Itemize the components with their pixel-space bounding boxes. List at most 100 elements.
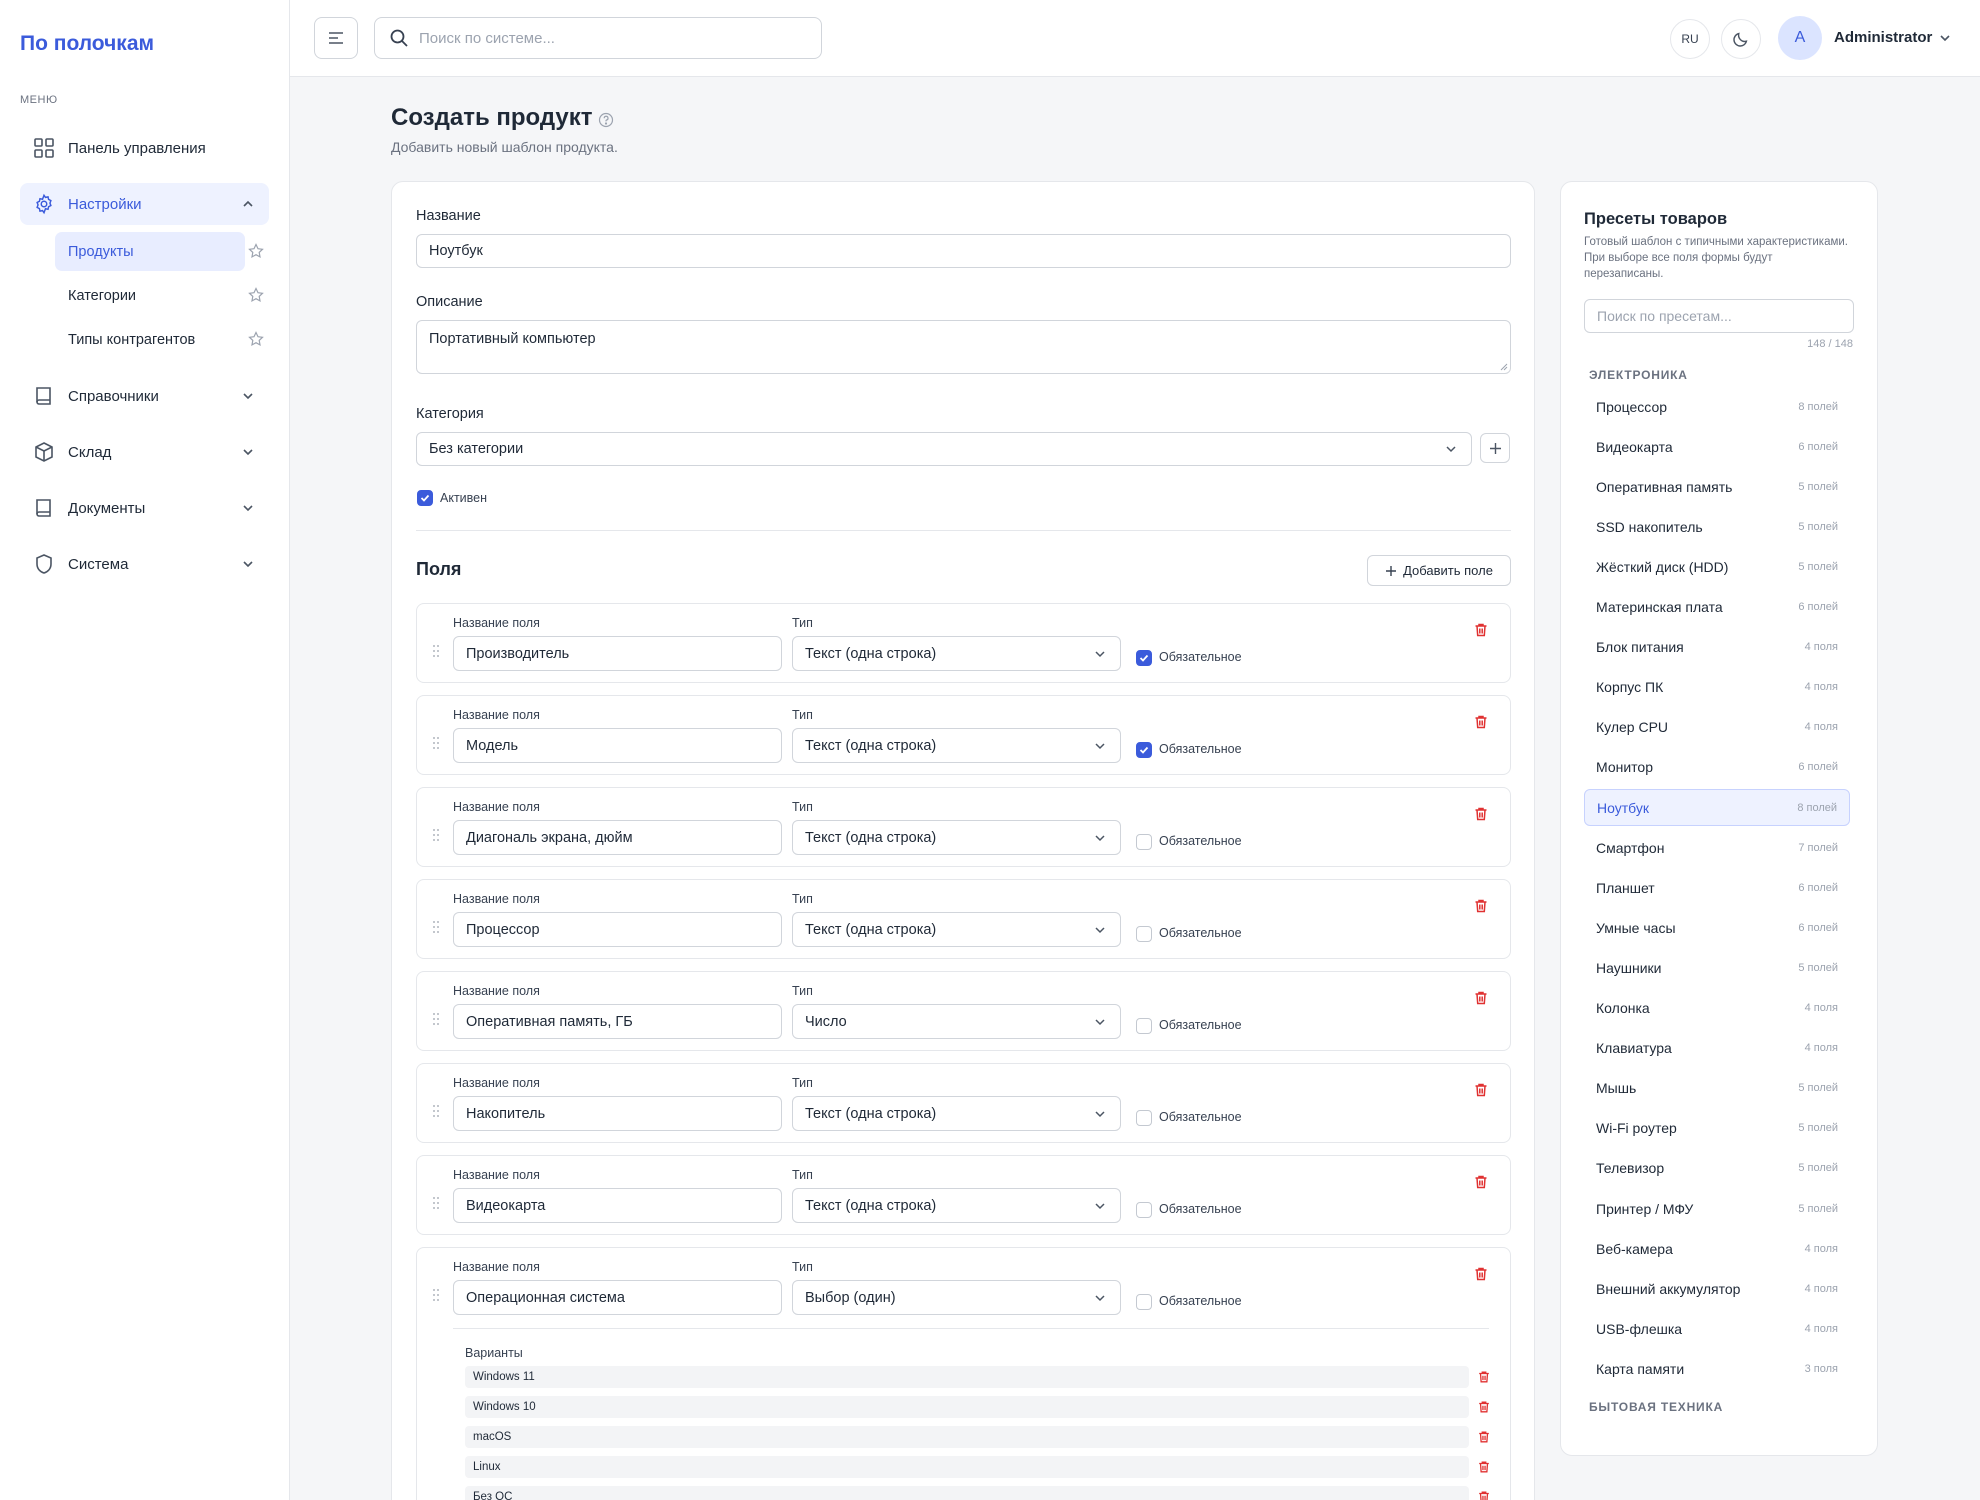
add-field-button[interactable]: Добавить поле bbox=[1367, 555, 1511, 586]
drag-handle-icon[interactable] bbox=[432, 828, 440, 842]
field-name-input[interactable]: Процессор bbox=[453, 912, 782, 947]
theme-toggle-button[interactable] bbox=[1721, 19, 1761, 59]
field-type-select[interactable]: Число bbox=[792, 1004, 1121, 1039]
drag-handle-icon[interactable] bbox=[432, 736, 440, 750]
required-checkbox[interactable] bbox=[1136, 926, 1152, 942]
preset-item[interactable]: Wi-Fi роутер 5 полей bbox=[1584, 1110, 1850, 1147]
category-select[interactable]: Без категории bbox=[416, 432, 1472, 466]
language-button[interactable]: RU bbox=[1670, 19, 1710, 59]
chevron-down-icon[interactable] bbox=[1938, 31, 1952, 45]
field-type-select[interactable]: Текст (одна строка) bbox=[792, 1096, 1121, 1131]
sidebar-toggle-button[interactable] bbox=[314, 17, 358, 59]
field-name-input[interactable]: Оперативная память, ГБ bbox=[453, 1004, 782, 1039]
preset-item[interactable]: Процессор 8 полей bbox=[1584, 388, 1850, 425]
search-input[interactable] bbox=[419, 29, 799, 47]
nav-item-references[interactable]: Справочники bbox=[20, 375, 269, 417]
nav-item-dashboard[interactable]: Панель управления bbox=[20, 127, 269, 169]
preset-item[interactable]: Оперативная память 5 полей bbox=[1584, 468, 1850, 505]
variant-input[interactable]: macOS bbox=[465, 1426, 1469, 1448]
preset-item[interactable]: Колонка 4 поля bbox=[1584, 990, 1850, 1027]
delete-field-icon[interactable] bbox=[1473, 622, 1489, 638]
drag-handle-icon[interactable] bbox=[432, 1196, 440, 1210]
required-checkbox[interactable] bbox=[1136, 834, 1152, 850]
nav-item-documents[interactable]: Документы bbox=[20, 487, 269, 529]
variant-input[interactable]: Linux bbox=[465, 1456, 1469, 1478]
variant-input[interactable]: Windows 11 bbox=[465, 1366, 1469, 1388]
drag-handle-icon[interactable] bbox=[432, 1012, 440, 1026]
delete-field-icon[interactable] bbox=[1473, 714, 1489, 730]
preset-item[interactable]: Планшет 6 полей bbox=[1584, 869, 1850, 906]
preset-item[interactable]: Веб-камера 4 поля bbox=[1584, 1230, 1850, 1267]
field-type-select[interactable]: Текст (одна строка) bbox=[792, 728, 1121, 763]
preset-item[interactable]: Карта памяти 3 поля bbox=[1584, 1350, 1850, 1387]
star-icon[interactable] bbox=[248, 331, 264, 347]
preset-item[interactable]: Блок питания 4 поля bbox=[1584, 629, 1850, 666]
preset-item[interactable]: Умные часы 6 полей bbox=[1584, 909, 1850, 946]
preset-item[interactable]: Принтер / МФУ 5 полей bbox=[1584, 1190, 1850, 1227]
field-type-select[interactable]: Текст (одна строка) bbox=[792, 820, 1121, 855]
resize-handle-icon[interactable] bbox=[1500, 363, 1508, 371]
preset-item[interactable]: Жёсткий диск (HDD) 5 полей bbox=[1584, 548, 1850, 585]
avatar[interactable]: A bbox=[1778, 16, 1822, 60]
preset-item[interactable]: Наушники 5 полей bbox=[1584, 949, 1850, 986]
description-textarea[interactable]: Портативный компьютер bbox=[416, 320, 1511, 374]
field-name-input[interactable]: Диагональ экрана, дюйм bbox=[453, 820, 782, 855]
star-icon[interactable] bbox=[248, 287, 264, 303]
required-checkbox[interactable] bbox=[1136, 1294, 1152, 1310]
add-category-button[interactable] bbox=[1480, 433, 1510, 463]
sidebar-item-products[interactable]: Продукты bbox=[55, 232, 245, 271]
preset-item[interactable]: USB-флешка 4 поля bbox=[1584, 1310, 1850, 1347]
preset-item[interactable]: Корпус ПК 4 поля bbox=[1584, 669, 1850, 706]
drag-handle-icon[interactable] bbox=[432, 644, 440, 658]
preset-item[interactable]: SSD накопитель 5 полей bbox=[1584, 508, 1850, 545]
delete-field-icon[interactable] bbox=[1473, 898, 1489, 914]
preset-item[interactable]: Мышь 5 полей bbox=[1584, 1070, 1850, 1107]
field-name-input[interactable]: Модель bbox=[453, 728, 782, 763]
preset-item[interactable]: Видеокарта 6 полей bbox=[1584, 428, 1850, 465]
name-input[interactable]: Ноутбук bbox=[416, 234, 1511, 268]
delete-variant-icon[interactable] bbox=[1477, 1370, 1491, 1384]
delete-variant-icon[interactable] bbox=[1477, 1400, 1491, 1414]
sidebar-item-categories[interactable]: Категории bbox=[55, 276, 245, 315]
delete-field-icon[interactable] bbox=[1473, 1266, 1489, 1282]
field-type-select[interactable]: Выбор (один) bbox=[792, 1280, 1121, 1315]
preset-item[interactable]: Смартфон 7 полей bbox=[1584, 829, 1850, 866]
variant-input[interactable]: Без ОС bbox=[465, 1486, 1469, 1500]
required-checkbox[interactable] bbox=[1136, 1202, 1152, 1218]
preset-item[interactable]: Ноутбук 8 полей bbox=[1584, 789, 1850, 826]
preset-item[interactable]: Материнская плата 6 полей bbox=[1584, 589, 1850, 626]
preset-item[interactable]: Внешний аккумулятор 4 поля bbox=[1584, 1270, 1850, 1307]
required-checkbox[interactable] bbox=[1136, 1018, 1152, 1034]
preset-item[interactable]: Клавиатура 4 поля bbox=[1584, 1030, 1850, 1067]
username[interactable]: Administrator bbox=[1834, 29, 1932, 46]
field-name-input[interactable]: Видеокарта bbox=[453, 1188, 782, 1223]
delete-field-icon[interactable] bbox=[1473, 806, 1489, 822]
drag-handle-icon[interactable] bbox=[432, 1288, 440, 1302]
required-checkbox[interactable] bbox=[1136, 1110, 1152, 1126]
field-name-input[interactable]: Накопитель bbox=[453, 1096, 782, 1131]
delete-variant-icon[interactable] bbox=[1477, 1430, 1491, 1444]
nav-item-system[interactable]: Система bbox=[20, 543, 269, 585]
field-type-select[interactable]: Текст (одна строка) bbox=[792, 1188, 1121, 1223]
delete-field-icon[interactable] bbox=[1473, 1174, 1489, 1190]
star-icon[interactable] bbox=[248, 243, 264, 259]
field-name-input[interactable]: Операционная система bbox=[453, 1280, 782, 1315]
variant-input[interactable]: Windows 10 bbox=[465, 1396, 1469, 1418]
sidebar-item-counterparty-types[interactable]: Типы контрагентов bbox=[55, 320, 245, 359]
nav-item-warehouse[interactable]: Склад bbox=[20, 431, 269, 473]
delete-variant-icon[interactable] bbox=[1477, 1490, 1491, 1500]
nav-item-settings[interactable]: Настройки bbox=[20, 183, 269, 225]
field-type-select[interactable]: Текст (одна строка) bbox=[792, 912, 1121, 947]
required-checkbox[interactable] bbox=[1136, 742, 1152, 758]
preset-item[interactable]: Монитор 6 полей bbox=[1584, 749, 1850, 786]
preset-item[interactable]: Телевизор 5 полей bbox=[1584, 1150, 1850, 1187]
preset-item[interactable]: Кулер CPU 4 поля bbox=[1584, 709, 1850, 746]
help-icon[interactable] bbox=[598, 112, 614, 128]
drag-handle-icon[interactable] bbox=[432, 920, 440, 934]
preset-search-input[interactable] bbox=[1597, 308, 1837, 324]
app-logo[interactable]: По полочкам bbox=[20, 32, 154, 56]
drag-handle-icon[interactable] bbox=[432, 1104, 440, 1118]
delete-field-icon[interactable] bbox=[1473, 990, 1489, 1006]
active-checkbox[interactable] bbox=[417, 490, 433, 506]
required-checkbox[interactable] bbox=[1136, 650, 1152, 666]
